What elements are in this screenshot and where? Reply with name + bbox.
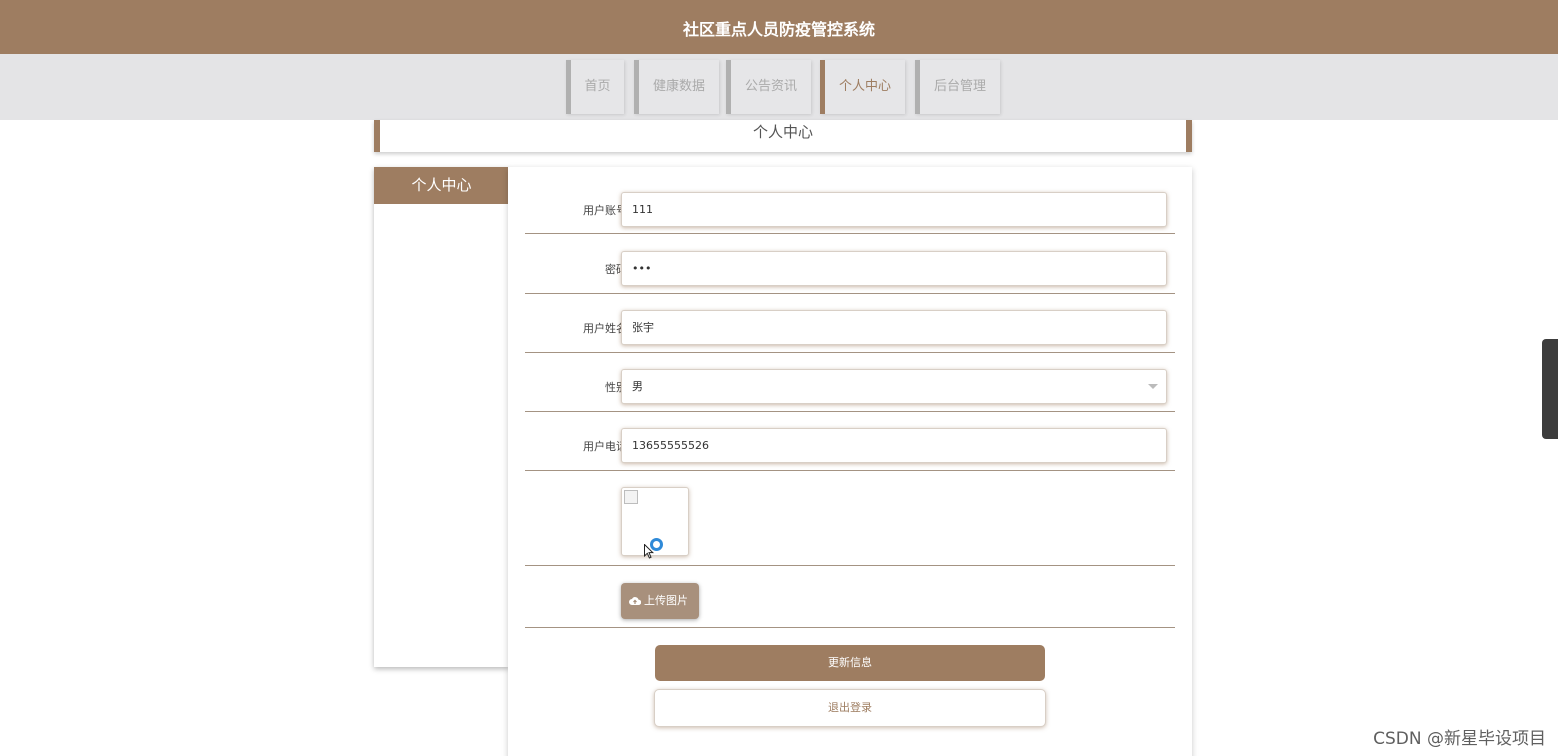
avatar-row <box>525 471 1175 566</box>
watermark: CSDN @新星毕设项目 <box>1373 729 1546 749</box>
sidebar-heading: 个人中心 <box>374 167 509 204</box>
breadcrumb: 个人中心 <box>374 120 1192 152</box>
upload-row: 上传图片 <box>525 566 1175 628</box>
gender-row: 性别 男 <box>525 353 1175 412</box>
nav-item-admin[interactable]: 后台管理 <box>915 60 1000 114</box>
side-drawer-handle[interactable] <box>1542 339 1558 439</box>
broken-image-icon <box>624 490 638 504</box>
nav-item-personal-center[interactable]: 个人中心 <box>820 60 905 114</box>
upload-image-label: 上传图片 <box>644 594 688 607</box>
phone-input[interactable]: 13655555526 <box>621 428 1167 463</box>
app-title: 社区重点人员防疫管控系统 <box>682 20 875 39</box>
mouse-cursor-icon <box>644 544 654 559</box>
chevron-down-icon <box>1148 384 1158 389</box>
main-nav: 首页 健康数据 公告资讯 个人中心 后台管理 <box>0 54 1558 120</box>
password-input[interactable]: ••• <box>621 251 1167 286</box>
nav-item-announcements[interactable]: 公告资讯 <box>726 60 811 114</box>
logout-button[interactable]: 退出登录 <box>654 689 1046 727</box>
sidebar: 个人中心 <box>374 167 509 667</box>
account-input[interactable]: 111 <box>621 192 1167 227</box>
avatar[interactable] <box>621 487 689 559</box>
gender-select[interactable]: 男 <box>621 369 1167 404</box>
top-header: 社区重点人员防疫管控系统 <box>0 0 1558 54</box>
name-row: 用户姓名 张宇 <box>525 294 1175 353</box>
account-row: 用户账号 111 <box>525 167 1175 234</box>
profile-form: 用户账号 111 密码 ••• 用户姓名 张宇 性别 男 用户电话 136555… <box>508 167 1192 756</box>
update-info-button[interactable]: 更新信息 <box>655 645 1045 681</box>
upload-image-button[interactable]: 上传图片 <box>621 583 699 619</box>
cloud-upload-icon <box>629 597 641 605</box>
page-title: 个人中心 <box>752 123 813 141</box>
nav-item-home[interactable]: 首页 <box>566 60 624 114</box>
gender-value: 男 <box>632 380 643 393</box>
password-row: 密码 ••• <box>525 234 1175 294</box>
phone-row: 用户电话 13655555526 <box>525 412 1175 471</box>
nav-item-health-data[interactable]: 健康数据 <box>634 60 719 114</box>
name-input[interactable]: 张宇 <box>621 310 1167 345</box>
